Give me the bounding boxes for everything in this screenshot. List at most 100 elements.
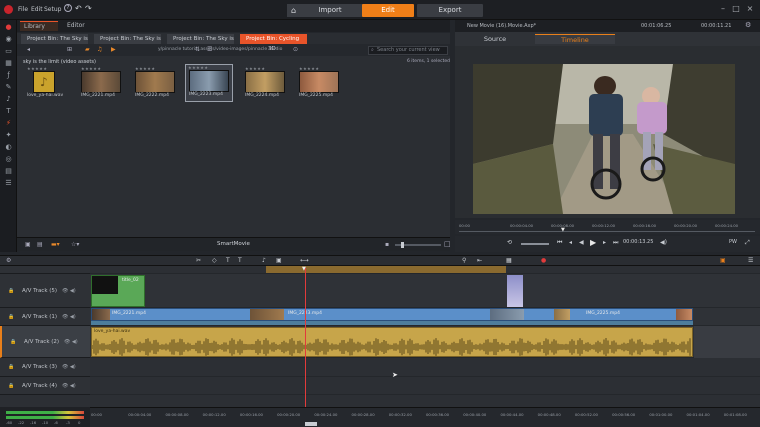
marker-icon[interactable]: ◇: [212, 257, 217, 264]
library-search-input[interactable]: ⌕ Search your current view: [368, 46, 448, 55]
tab-timeline[interactable]: Timeline: [535, 34, 615, 44]
bin-tab-cycling[interactable]: Project Bin: Cycling: [240, 34, 307, 44]
edit-mode-button[interactable]: Edit: [362, 4, 414, 17]
bin-tab-3[interactable]: Project Bin: The Sky is...: [167, 34, 234, 44]
tag-icon[interactable]: ⊞: [67, 46, 72, 53]
go-start-icon[interactable]: ⏮: [557, 239, 562, 247]
smartmovie-button[interactable]: SmartMovie: [217, 241, 250, 247]
fullscreen-icon[interactable]: ⤢: [745, 239, 750, 247]
lock-icon[interactable]: 🔒: [10, 339, 16, 345]
title-icon[interactable]: T: [4, 107, 13, 115]
export-mode-button[interactable]: Export: [417, 4, 483, 17]
playhead-handle-icon[interactable]: ▼: [302, 266, 306, 272]
music-icon[interactable]: ♪: [4, 95, 13, 103]
prev-frame-icon[interactable]: ◂: [569, 239, 572, 246]
lane-av2[interactable]: love_ya-hai.wav: [90, 326, 760, 358]
drop-icon[interactable]: ◐: [4, 143, 13, 151]
play-icon[interactable]: ▶: [590, 238, 596, 247]
magnet-icon[interactable]: ⚲: [462, 257, 466, 264]
scrub-track[interactable]: [459, 231, 755, 232]
preview-video-frame[interactable]: [473, 64, 735, 214]
record-icon[interactable]: ●: [4, 23, 13, 31]
grid-icon[interactable]: ▦: [506, 257, 512, 264]
track-visibility-icon[interactable]: 👁 ◀): [62, 383, 76, 389]
rewind-icon[interactable]: ◀: [579, 239, 584, 246]
menu-edit[interactable]: Edit: [31, 6, 43, 13]
link-icon[interactable]: ⟷: [300, 257, 309, 264]
library-item-video[interactable]: ★★★★★ IMG_2222.mp4: [135, 66, 185, 98]
player-ruler[interactable]: 00:00 00:00:04.00 00:00:08.00 00:00:12.0…: [455, 220, 760, 234]
zoom-icon[interactable]: ⊙: [293, 46, 298, 53]
tab-editor[interactable]: Editor: [63, 21, 105, 31]
library-item-audio[interactable]: ★★★★★ ♪ love_ya-hai.wav: [27, 66, 77, 98]
razor-icon[interactable]: ✂: [196, 257, 201, 264]
menu-file[interactable]: File: [18, 6, 28, 13]
lock-icon[interactable]: 🔒: [8, 383, 14, 389]
library-item-video-selected[interactable]: ★★★★★ IMG_2223.mp4: [185, 64, 233, 102]
lane-av5[interactable]: title_02: [90, 274, 760, 308]
transition-icon[interactable]: ⚡: [4, 119, 13, 127]
track-visibility-icon[interactable]: 👁 ◀): [62, 288, 76, 294]
loop-icon[interactable]: ⟲: [507, 239, 512, 246]
timeline-menu-icon[interactable]: ☰: [748, 257, 753, 264]
brush-icon[interactable]: ✎: [4, 83, 13, 91]
track-visibility-icon[interactable]: 👁 ◀): [62, 364, 76, 370]
track-header-av1[interactable]: 🔒 A/V Track (1) 👁 ◀): [0, 308, 90, 326]
lane-empty-bottom[interactable]: [90, 395, 760, 407]
rating-filter-icon[interactable]: ☆▾: [71, 241, 79, 248]
track-header-av3[interactable]: 🔒 A/V Track (3) 👁 ◀): [0, 358, 90, 377]
bin-tab-1[interactable]: Project Bin: The Sky is...: [21, 34, 88, 44]
track-header-av4[interactable]: 🔒 A/V Track (4) 👁 ◀): [0, 377, 90, 395]
tab-library[interactable]: Library: [20, 21, 58, 31]
next-frame-icon[interactable]: ⏭: [613, 239, 618, 247]
menu-icon[interactable]: ☰: [4, 179, 13, 187]
timeline-top-lane[interactable]: [90, 266, 760, 274]
delete-icon[interactable]: ▤: [37, 241, 43, 248]
montage-icon[interactable]: ▤: [4, 167, 13, 175]
photo-icon[interactable]: ▦: [4, 59, 13, 67]
redo-icon[interactable]: ↷: [85, 4, 92, 13]
ripple-icon[interactable]: ⇤: [477, 257, 482, 264]
undo-icon[interactable]: ↶: [75, 4, 82, 13]
pw-label[interactable]: PW: [729, 239, 737, 245]
gear-icon[interactable]: ⚙: [745, 21, 751, 29]
tag-filter-icon[interactable]: ▬▾: [51, 241, 60, 248]
folder-icon[interactable]: ▭: [4, 47, 13, 55]
lock-icon[interactable]: 🔒: [8, 314, 14, 320]
fast-forward-icon[interactable]: ▸: [603, 239, 606, 246]
zoom-fit-icon[interactable]: ▣: [720, 257, 726, 264]
library-item-video[interactable]: ★★★★★ IMG_2221.mp4: [81, 66, 131, 98]
filter-audio-icon[interactable]: ♫: [97, 46, 102, 53]
audio-mixer-icon[interactable]: ♪: [262, 257, 266, 264]
track-settings-icon[interactable]: ⚙: [6, 257, 11, 264]
thumbnail-size-slider[interactable]: [395, 242, 441, 248]
help-icon[interactable]: ?: [64, 4, 72, 12]
filter-folder-icon[interactable]: ▰: [85, 46, 90, 53]
title-tool-icon[interactable]: T: [226, 257, 230, 264]
track-header-av5[interactable]: 🔒 A/V Track (5) 👁 ◀): [0, 274, 90, 308]
playhead[interactable]: [305, 268, 306, 407]
record-voiceover-icon[interactable]: ●: [541, 257, 546, 264]
slider-handle[interactable]: [401, 242, 404, 248]
maximize-icon[interactable]: □: [731, 4, 741, 14]
fx-icon[interactable]: ✦: [4, 131, 13, 139]
lane-av1[interactable]: IMG_2221.mp4 IMG_2223.mp4 IMG_2225.mp4: [90, 308, 760, 326]
effects-icon[interactable]: ƒ: [4, 71, 13, 79]
lock-icon[interactable]: 🔒: [8, 364, 14, 370]
collections-icon[interactable]: ◉: [4, 35, 13, 43]
video-clip-main[interactable]: IMG_2221.mp4 IMG_2223.mp4 IMG_2225.mp4: [91, 308, 693, 321]
minimize-icon[interactable]: –: [718, 4, 728, 14]
player-position[interactable]: 00:00:13.25: [623, 239, 653, 245]
track-header-top[interactable]: [0, 266, 90, 274]
scrub-handle-icon[interactable]: ▼: [561, 227, 565, 233]
shuttle-slider[interactable]: [521, 243, 549, 245]
tab-source[interactable]: Source: [455, 34, 535, 44]
volume-icon[interactable]: ◀): [660, 239, 667, 246]
title-clip[interactable]: title_02: [91, 275, 145, 307]
lane-av3[interactable]: [90, 358, 760, 377]
track-visibility-icon[interactable]: 👁 ◀): [62, 314, 76, 320]
nav-back-icon[interactable]: ◂: [27, 46, 30, 53]
disc-icon[interactable]: ◎: [4, 155, 13, 163]
lane-av4[interactable]: [90, 377, 760, 395]
track-visibility-icon[interactable]: 👁 ◀): [64, 339, 78, 345]
